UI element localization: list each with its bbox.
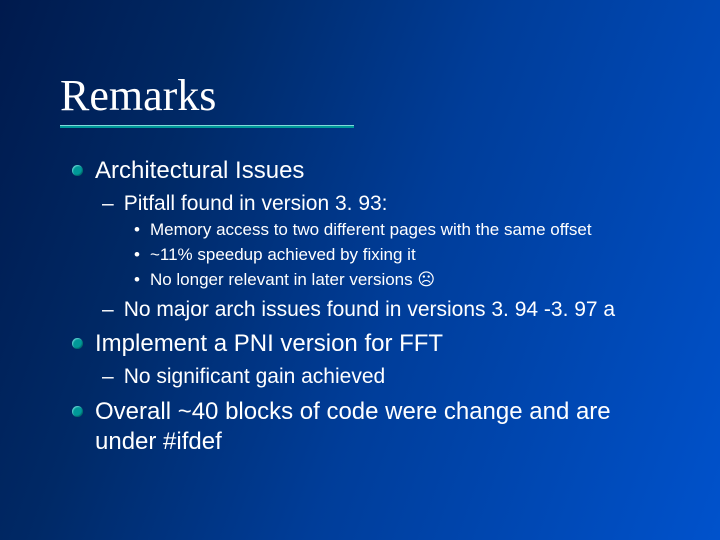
sub2-bullet-speedup: • ~11% speedup achieved by fixing it [134,244,660,267]
slide: Remarks Architectural Issues – Pitfall f… [0,0,720,540]
bullet-text: Implement a PNI version for FFT [95,329,443,359]
slide-content: Architectural Issues – Pitfall found in … [60,156,660,457]
dot-icon: • [134,219,140,242]
title-underline [60,125,354,128]
bullet-icon [72,338,83,349]
bullet-text: Architectural Issues [95,156,304,186]
dot-icon: • [134,244,140,267]
sub2-bullet-text: ~11% speedup achieved by fixing it [150,244,416,267]
dash-icon: – [102,363,114,390]
sub-bullet-text: No major arch issues found in versions 3… [124,296,615,323]
sub-bullet-pitfall: – Pitfall found in version 3. 93: [102,190,660,217]
bullet-icon [72,406,83,417]
sub-bullet-text: Pitfall found in version 3. 93: [124,190,388,217]
bullet-architectural-issues: Architectural Issues [72,156,660,186]
sub2-bullet-memory-access: • Memory access to two different pages w… [134,219,660,242]
dash-icon: – [102,296,114,323]
title-block: Remarks [60,70,660,128]
bullet-overall-blocks: Overall ~40 blocks of code were change a… [72,397,660,457]
sub-bullet-no-major-issues: – No major arch issues found in versions… [102,296,660,323]
bullet-implement-pni: Implement a PNI version for FFT [72,329,660,359]
bullet-icon [72,165,83,176]
bullet-text: Overall ~40 blocks of code were change a… [95,397,660,457]
dash-icon: – [102,190,114,217]
slide-title: Remarks [60,70,660,121]
sub2-bullet-text: Memory access to two different pages wit… [150,219,592,242]
sub2-bullet-no-longer-relevant: • No longer relevant in later versions ☹ [134,269,660,292]
sub-bullet-text: No significant gain achieved [124,363,386,390]
sub2-bullet-text: No longer relevant in later versions ☹ [150,269,435,292]
sub-bullet-no-gain: – No significant gain achieved [102,363,660,390]
dot-icon: • [134,269,140,292]
